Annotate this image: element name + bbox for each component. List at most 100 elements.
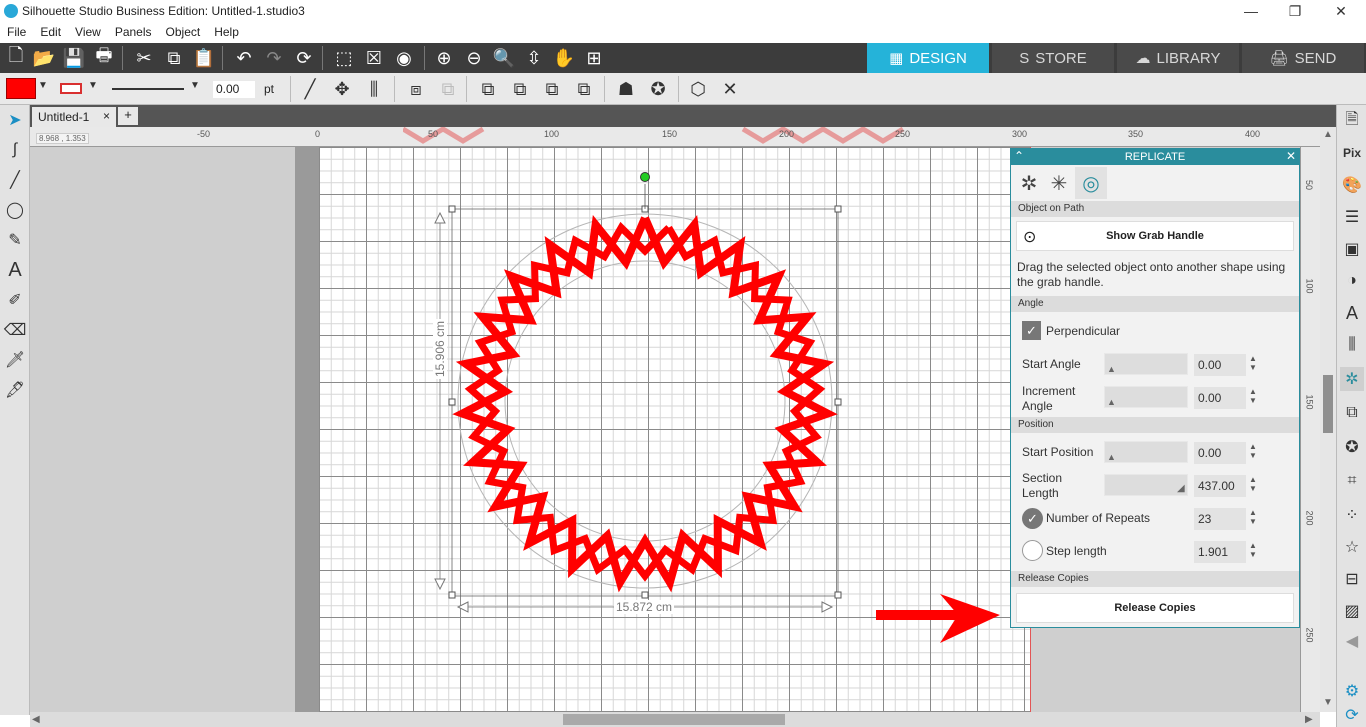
sketch-icon[interactable]: ✐ bbox=[3, 288, 27, 312]
close-window-button[interactable]: ✕ bbox=[1326, 2, 1356, 20]
collapse-panel-icon[interactable]: ⌃ bbox=[1014, 149, 1024, 163]
fill-dropdown-icon[interactable]: ▼ bbox=[38, 80, 48, 91]
line-style-icon[interactable]: ☰ bbox=[1340, 205, 1364, 229]
transparency-icon[interactable]: ◑ bbox=[1340, 269, 1364, 293]
start-position-spinner[interactable]: ▲ ▼ bbox=[1249, 442, 1257, 460]
replicate-panel-icon[interactable]: ✲ bbox=[1340, 367, 1364, 391]
weld-icon[interactable]: ☗ bbox=[614, 77, 638, 101]
number-of-repeats-input[interactable]: 23 bbox=[1194, 508, 1246, 530]
edit-points-icon[interactable]: ∫ bbox=[3, 138, 27, 162]
offset-star-icon[interactable]: ✪ bbox=[1340, 435, 1364, 459]
object-on-path-tab-icon[interactable]: ◎ bbox=[1075, 167, 1107, 199]
line-color-dropdown-icon[interactable]: ▼ bbox=[88, 80, 98, 91]
menu-object[interactable]: Object bbox=[159, 23, 208, 41]
eraser-icon[interactable]: ⌫ bbox=[3, 318, 27, 342]
release-copies-button[interactable]: Release Copies bbox=[1016, 593, 1294, 623]
section-length-input[interactable]: 437.00 bbox=[1194, 475, 1246, 497]
line-color-swatch[interactable] bbox=[60, 83, 82, 94]
save-icon[interactable]: 💾 bbox=[62, 46, 86, 70]
print-icon[interactable]: 🖶 bbox=[92, 45, 116, 70]
start-angle-slider[interactable]: ▲ bbox=[1104, 353, 1188, 375]
scroll-left-icon[interactable]: ◀ bbox=[32, 714, 40, 725]
scroll-down-icon[interactable]: ▼ bbox=[1323, 697, 1333, 708]
vertical-scrollbar[interactable]: ▲ ▼ bbox=[1320, 127, 1336, 712]
undo-icon[interactable]: ↶ bbox=[232, 46, 256, 70]
open-folder-icon[interactable]: 📂 bbox=[32, 46, 56, 70]
copy-icon[interactable]: ⧉ bbox=[162, 46, 186, 70]
zoom-select-icon[interactable]: 🔍 bbox=[492, 46, 516, 70]
bring-to-front-icon[interactable]: ⧉ bbox=[476, 77, 500, 101]
send-backward-icon[interactable]: ⧉ bbox=[540, 77, 564, 101]
scroll-up-icon[interactable]: ▲ bbox=[1323, 129, 1333, 140]
replicated-zigzag-ring[interactable] bbox=[452, 215, 838, 593]
drag-zoom-icon[interactable]: ⇳ bbox=[522, 46, 546, 70]
star-shape-icon[interactable]: ✪ bbox=[646, 77, 670, 101]
modify-panel-icon[interactable]: ⧉ bbox=[1340, 401, 1364, 425]
increment-angle-slider[interactable]: ▲ bbox=[1104, 386, 1188, 408]
zoom-out-icon[interactable]: ⊖ bbox=[462, 46, 486, 70]
paste-icon[interactable]: 📋 bbox=[192, 46, 216, 70]
menu-file[interactable]: File bbox=[0, 23, 33, 41]
send-to-back-icon[interactable]: ⧉ bbox=[572, 77, 596, 101]
settings-gear-icon[interactable]: ⚙ bbox=[1340, 679, 1364, 703]
text-tool-icon[interactable]: A bbox=[3, 258, 27, 282]
restore-button[interactable]: ❐ bbox=[1280, 2, 1310, 20]
tab-send[interactable]: 🖨 SEND bbox=[1242, 43, 1364, 73]
fit-to-page-icon[interactable]: ⊞ bbox=[582, 46, 606, 70]
mirror-tab-icon[interactable]: ✳ bbox=[1045, 169, 1073, 197]
zoom-in-icon[interactable]: ⊕ bbox=[432, 46, 456, 70]
bring-forward-icon[interactable]: ⧉ bbox=[508, 77, 532, 101]
number-of-repeats-radio[interactable]: ✓ bbox=[1022, 508, 1043, 529]
add-tab-button[interactable]: + bbox=[118, 107, 138, 125]
line-tool-icon[interactable]: ╱ bbox=[298, 77, 322, 101]
number-of-repeats-spinner[interactable]: ▲ ▼ bbox=[1249, 508, 1257, 526]
start-angle-input[interactable]: 0.00 bbox=[1194, 354, 1246, 376]
deselect-icon[interactable]: ☒ bbox=[362, 46, 386, 70]
pencil-icon[interactable]: ✎ bbox=[3, 228, 27, 252]
knife-icon[interactable]: 🗡 bbox=[3, 348, 27, 372]
perpendicular-checkbox[interactable]: ✓ bbox=[1022, 321, 1041, 340]
step-length-spinner[interactable]: ▲ ▼ bbox=[1249, 541, 1257, 559]
fill-color-swatch[interactable] bbox=[6, 78, 36, 99]
select-by-color-icon[interactable]: ◉ bbox=[392, 46, 416, 70]
start-position-slider[interactable]: ▲ bbox=[1104, 441, 1188, 463]
line-width-input[interactable]: 0.00 bbox=[213, 81, 255, 98]
hatch-icon[interactable]: ▨ bbox=[1340, 599, 1364, 623]
sync-icon[interactable]: ⟳ bbox=[1340, 703, 1364, 727]
step-length-radio[interactable] bbox=[1022, 540, 1043, 561]
menu-panels[interactable]: Panels bbox=[108, 23, 159, 41]
line-style-dropdown-icon[interactable]: ▼ bbox=[190, 80, 200, 91]
replicate-tab-icon[interactable]: ✲ bbox=[1015, 169, 1043, 197]
new-document-icon[interactable]: 🗋 bbox=[4, 45, 28, 70]
minimize-button[interactable]: — bbox=[1236, 2, 1266, 20]
tab-design[interactable]: ▦ DESIGN bbox=[867, 43, 989, 73]
page-setup-icon[interactable]: 🗎 bbox=[1340, 109, 1364, 133]
text-style-icon[interactable]: A bbox=[1340, 301, 1364, 325]
increment-angle-spinner[interactable]: ▲ ▼ bbox=[1249, 387, 1257, 405]
start-position-input[interactable]: 0.00 bbox=[1194, 442, 1246, 464]
tab-store[interactable]: S STORE bbox=[992, 43, 1114, 73]
select-all-icon[interactable]: ⬚ bbox=[332, 46, 356, 70]
horizontal-scroll-thumb[interactable] bbox=[563, 714, 785, 725]
eyedropper-icon[interactable]: 🖋 bbox=[3, 378, 27, 402]
trace-icon[interactable]: ⌗ bbox=[1340, 469, 1364, 493]
step-length-input[interactable]: 1.901 bbox=[1194, 541, 1246, 563]
3d-box-icon[interactable]: ⬡ bbox=[686, 77, 710, 101]
select-arrow-icon[interactable]: ➤ bbox=[3, 108, 27, 132]
tab-library[interactable]: ☁ LIBRARY bbox=[1117, 43, 1239, 73]
layers-icon[interactable]: ⊟ bbox=[1340, 567, 1364, 591]
horizontal-scrollbar[interactable]: ◀ ▶ bbox=[30, 712, 1320, 727]
sketch-panel-icon[interactable]: ▣ bbox=[1340, 237, 1364, 261]
tab-untitled-1[interactable]: Untitled-1 × bbox=[32, 107, 116, 127]
ungroup-icon[interactable]: ⧉ bbox=[436, 77, 460, 101]
redraw-icon[interactable]: ⟳ bbox=[292, 46, 316, 70]
collapse-arrow-icon[interactable]: ◀ bbox=[1340, 629, 1364, 653]
show-grab-handle-button[interactable]: ⊙ Show Grab Handle bbox=[1016, 221, 1294, 251]
move-icon[interactable]: ✥ bbox=[330, 77, 354, 101]
line-style-preview[interactable] bbox=[112, 88, 184, 90]
fill-palette-icon[interactable]: 🎨 bbox=[1340, 173, 1364, 197]
pixscan-icon[interactable]: Pix bbox=[1340, 141, 1364, 165]
increment-angle-input[interactable]: 0.00 bbox=[1194, 387, 1246, 409]
vertical-scroll-thumb[interactable] bbox=[1323, 375, 1333, 433]
section-length-slider[interactable]: ◢ bbox=[1104, 474, 1188, 496]
